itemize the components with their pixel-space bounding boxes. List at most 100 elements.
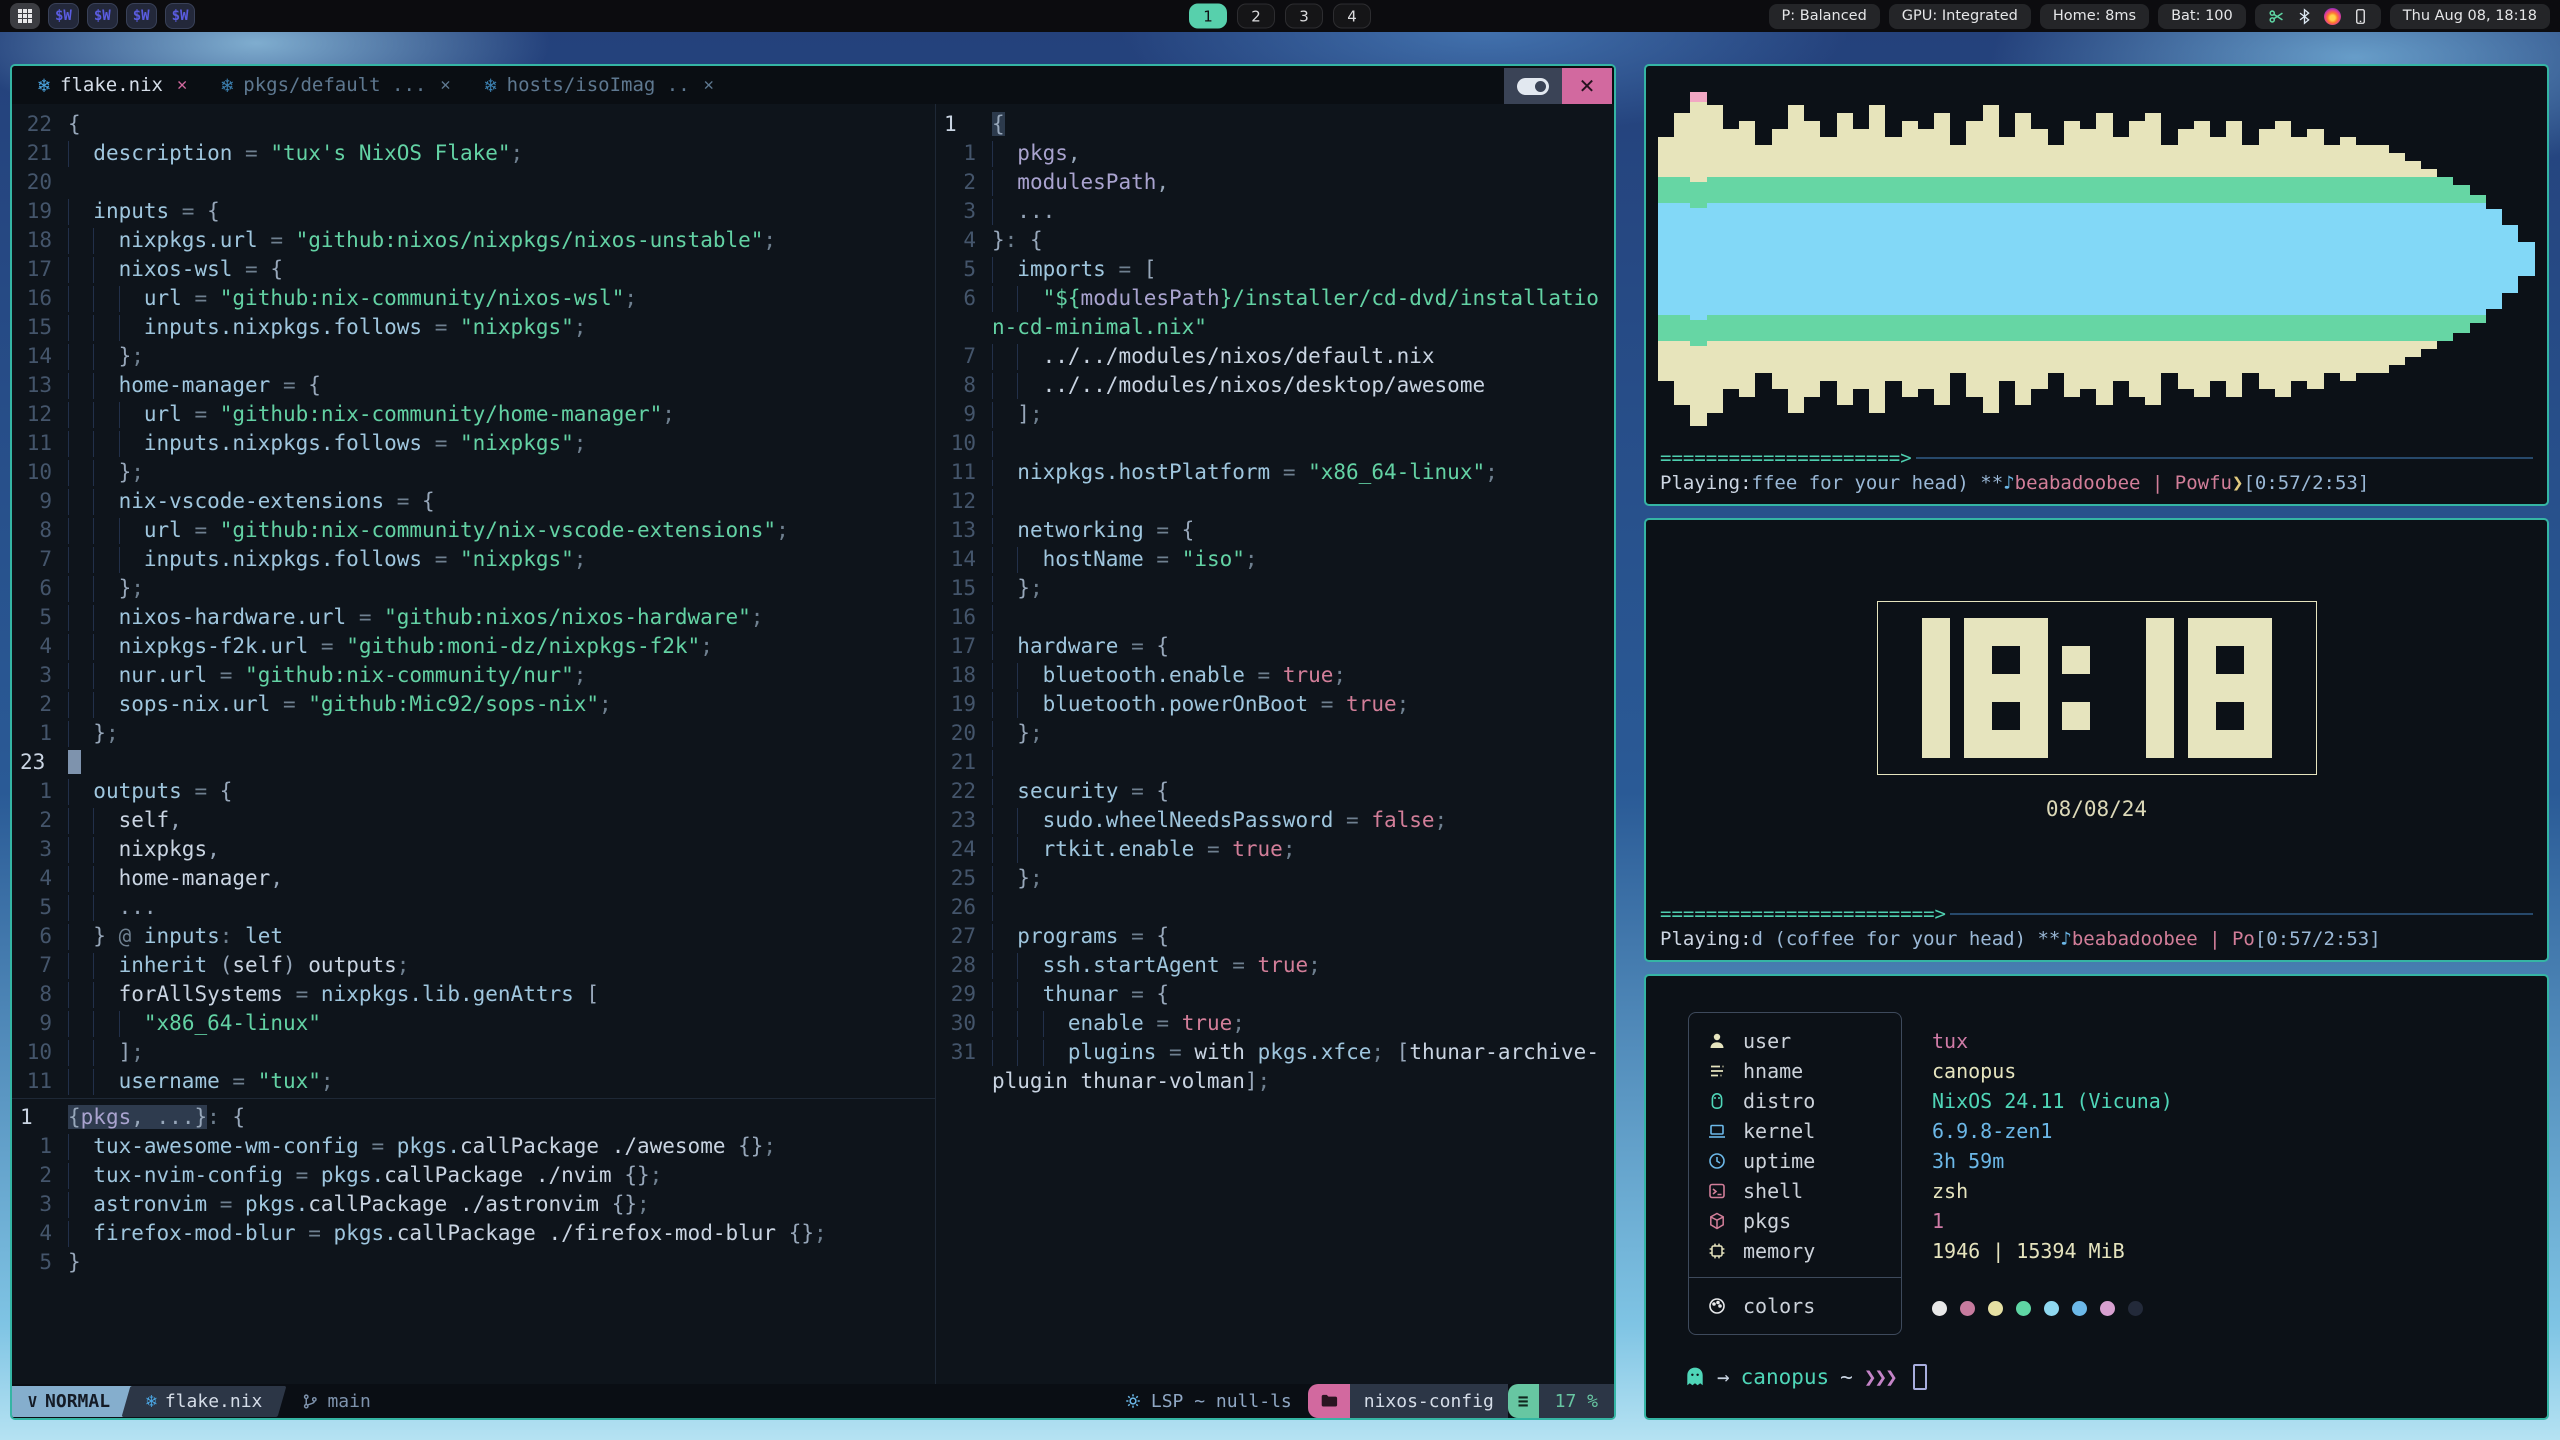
folder-icon	[1320, 1392, 1338, 1410]
ghost-icon	[1684, 1366, 1706, 1388]
tag-1[interactable]: 1	[1189, 4, 1227, 29]
chip-icon	[1707, 1241, 1727, 1261]
fetch-value-memory: 1946 | 15394 MiB	[1932, 1236, 2173, 1266]
code-line: 20	[12, 168, 935, 197]
code-line: 3 ...	[936, 197, 1614, 226]
code-line: 30 enable = true;	[936, 1009, 1614, 1038]
mode-label: NORMAL	[45, 1391, 110, 1412]
fetch-values: tuxcanopusNixOS 24.11 (Vicuna)6.9.8-zen1…	[1902, 1012, 2173, 1335]
code-line: 21	[936, 748, 1614, 777]
close-icon[interactable]: ✕	[173, 75, 187, 95]
status-pill[interactable]: P: Balanced	[1769, 4, 1880, 29]
code-line: 19 inputs = {	[12, 197, 935, 226]
fetch-row-distro: distro	[1689, 1086, 1901, 1116]
clock-area: 08/08/24	[1646, 520, 2547, 902]
code-line: 17 hardware = {	[936, 632, 1614, 661]
fetch-value-kernel: 6.9.8-zen1	[1932, 1116, 2173, 1146]
fetch-label-box: userhnamedistrokerneluptimeshellpkgsmemo…	[1688, 1012, 1902, 1335]
scissors-icon	[2268, 8, 2285, 25]
code-line: 27 programs = {	[936, 922, 1614, 951]
code-line: 9 "x86_64-linux"	[12, 1009, 935, 1038]
tab-label: flake.nix	[60, 74, 163, 96]
code-line: 7 inherit (self) outputs;	[12, 951, 935, 980]
status-pill[interactable]: Home: 8ms	[2040, 4, 2149, 29]
code-line: 9 nix-vscode-extensions = {	[12, 487, 935, 516]
package-icon	[1707, 1211, 1727, 1231]
fetch-row-memory: memory	[1689, 1236, 1901, 1266]
close-icon: ✕	[1579, 74, 1596, 98]
code-line: 13 networking = {	[936, 516, 1614, 545]
code-line: 29 thunar = {	[936, 980, 1614, 1009]
digital-clock	[1877, 601, 2317, 775]
tag-3[interactable]: 3	[1285, 4, 1323, 29]
clock-pill[interactable]: Thu Aug 08, 18:18	[2390, 4, 2550, 29]
color-palette-dots	[1932, 1293, 2173, 1323]
code-line: 3 astronvim = pkgs.callPackage ./astronv…	[12, 1190, 935, 1219]
system-fetch: userhnamedistrokerneluptimeshellpkgsmemo…	[1688, 1012, 2173, 1335]
workspace-app-button[interactable]: $W	[87, 3, 118, 29]
statusline-file: flake.nix	[165, 1391, 263, 1412]
lines-icon: ≡	[1518, 1391, 1529, 1412]
pane-iso-image-nix[interactable]: 1{1 pkgs,2 modulesPath,3 ...4}: {5 impor…	[936, 104, 1614, 1384]
close-icon[interactable]: ✕	[436, 75, 450, 95]
tab-pkgs-default-[interactable]: ❄pkgs/default ...✕	[221, 73, 450, 97]
code-line: 3 nur.url = "github:nix-community/nur";	[12, 661, 935, 690]
git-branch[interactable]: main	[302, 1391, 370, 1412]
tag-4[interactable]: 4	[1333, 4, 1371, 29]
code-line: 15 };	[936, 574, 1614, 603]
tab-hosts-isoImag-[interactable]: ❄hosts/isoImag ..✕	[485, 73, 714, 97]
tab-flake-nix[interactable]: ❄flake.nix✕	[38, 73, 187, 97]
editor-panes: 22{21 description = "tux's NixOS Flake";…	[12, 104, 1614, 1384]
code-line: 1 outputs = {	[12, 777, 935, 806]
scroll-icon-segment: ≡	[1508, 1384, 1539, 1418]
pane-flake-nix[interactable]: 22{21 description = "tux's NixOS Flake";…	[12, 104, 935, 1098]
code-line: 31 plugins = with pkgs.xfce; [thunar-arc…	[936, 1038, 1614, 1067]
code-line: 11 nixpkgs.hostPlatform = "x86_64-linux"…	[936, 458, 1614, 487]
progress-text: =====================>	[1660, 447, 1912, 469]
shell-prompt[interactable]: → canopus ~ ❯❯❯	[1684, 1364, 1927, 1390]
left-column: 22{21 description = "tux's NixOS Flake";…	[12, 104, 936, 1384]
close-window-button[interactable]: ✕	[1562, 68, 1612, 104]
pane-pkgs-default-nix[interactable]: 1{pkgs, ...}: {1 tux-awesome-wm-config =…	[12, 1099, 935, 1384]
progress-track	[1916, 457, 2533, 459]
code-line: 5 ...	[12, 893, 935, 922]
code-line: 20 };	[936, 719, 1614, 748]
neovim-window: ❄flake.nix✕❄pkgs/default ...✕❄hosts/isoI…	[10, 64, 1616, 1420]
status-pill[interactable]: Bat: 100	[2158, 4, 2246, 29]
workspace-app-button[interactable]: $W	[48, 3, 79, 29]
launcher-button[interactable]	[10, 3, 40, 29]
tag-2[interactable]: 2	[1237, 4, 1275, 29]
code-line: 4 nixpkgs-f2k.url = "github:moni-dz/nixp…	[12, 632, 935, 661]
workspace-app-button[interactable]: $W	[126, 3, 157, 29]
person-icon	[1707, 1031, 1727, 1051]
fetch-value-user: tux	[1932, 1026, 2173, 1056]
toggle-button[interactable]	[1504, 68, 1562, 104]
workspace-app-button[interactable]: $W	[165, 3, 196, 29]
phone-icon	[2353, 8, 2368, 25]
branch-label: main	[327, 1391, 370, 1412]
close-icon[interactable]: ✕	[700, 75, 714, 95]
statusline: V NORMAL ❄ flake.nix main LSP ~ null-ls …	[12, 1384, 1614, 1418]
code-line: 2 modulesPath,	[936, 168, 1614, 197]
code-line: 22 security = {	[936, 777, 1614, 806]
code-line: 11 username = "tux";	[12, 1067, 935, 1096]
mode-segment: V NORMAL	[10, 1386, 135, 1417]
code-line: 21 description = "tux's NixOS Flake";	[12, 139, 935, 168]
bluetooth-icon	[2297, 8, 2312, 25]
tray[interactable]	[2255, 4, 2381, 29]
code-line: 12	[936, 487, 1614, 516]
window-buttons: ✕	[1504, 68, 1612, 104]
code-line: n-cd-minimal.nix"	[936, 313, 1614, 342]
fetch-value-shell: zsh	[1932, 1176, 2173, 1206]
code-line: 24 rtkit.enable = true;	[936, 835, 1614, 864]
clock-window: 08/08/24 ========================> Playi…	[1644, 518, 2549, 962]
status-pill[interactable]: GPU: Integrated	[1889, 4, 2031, 29]
code-line: 8 ../../modules/nixos/desktop/awesome	[936, 371, 1614, 400]
color-dot	[1932, 1301, 1947, 1316]
statusline-right: LSP ~ null-ls nixos-config ≡ 17 %	[1124, 1384, 1614, 1418]
code-line: 2 tux-nvim-config = pkgs.callPackage ./n…	[12, 1161, 935, 1190]
nix-flake-icon: ❄	[485, 73, 497, 97]
visualizer-window: =====================> Playing: ffee for…	[1644, 64, 2549, 506]
code-line: 9 ];	[936, 400, 1614, 429]
prompt-chevrons: ❯❯❯	[1864, 1365, 1896, 1389]
